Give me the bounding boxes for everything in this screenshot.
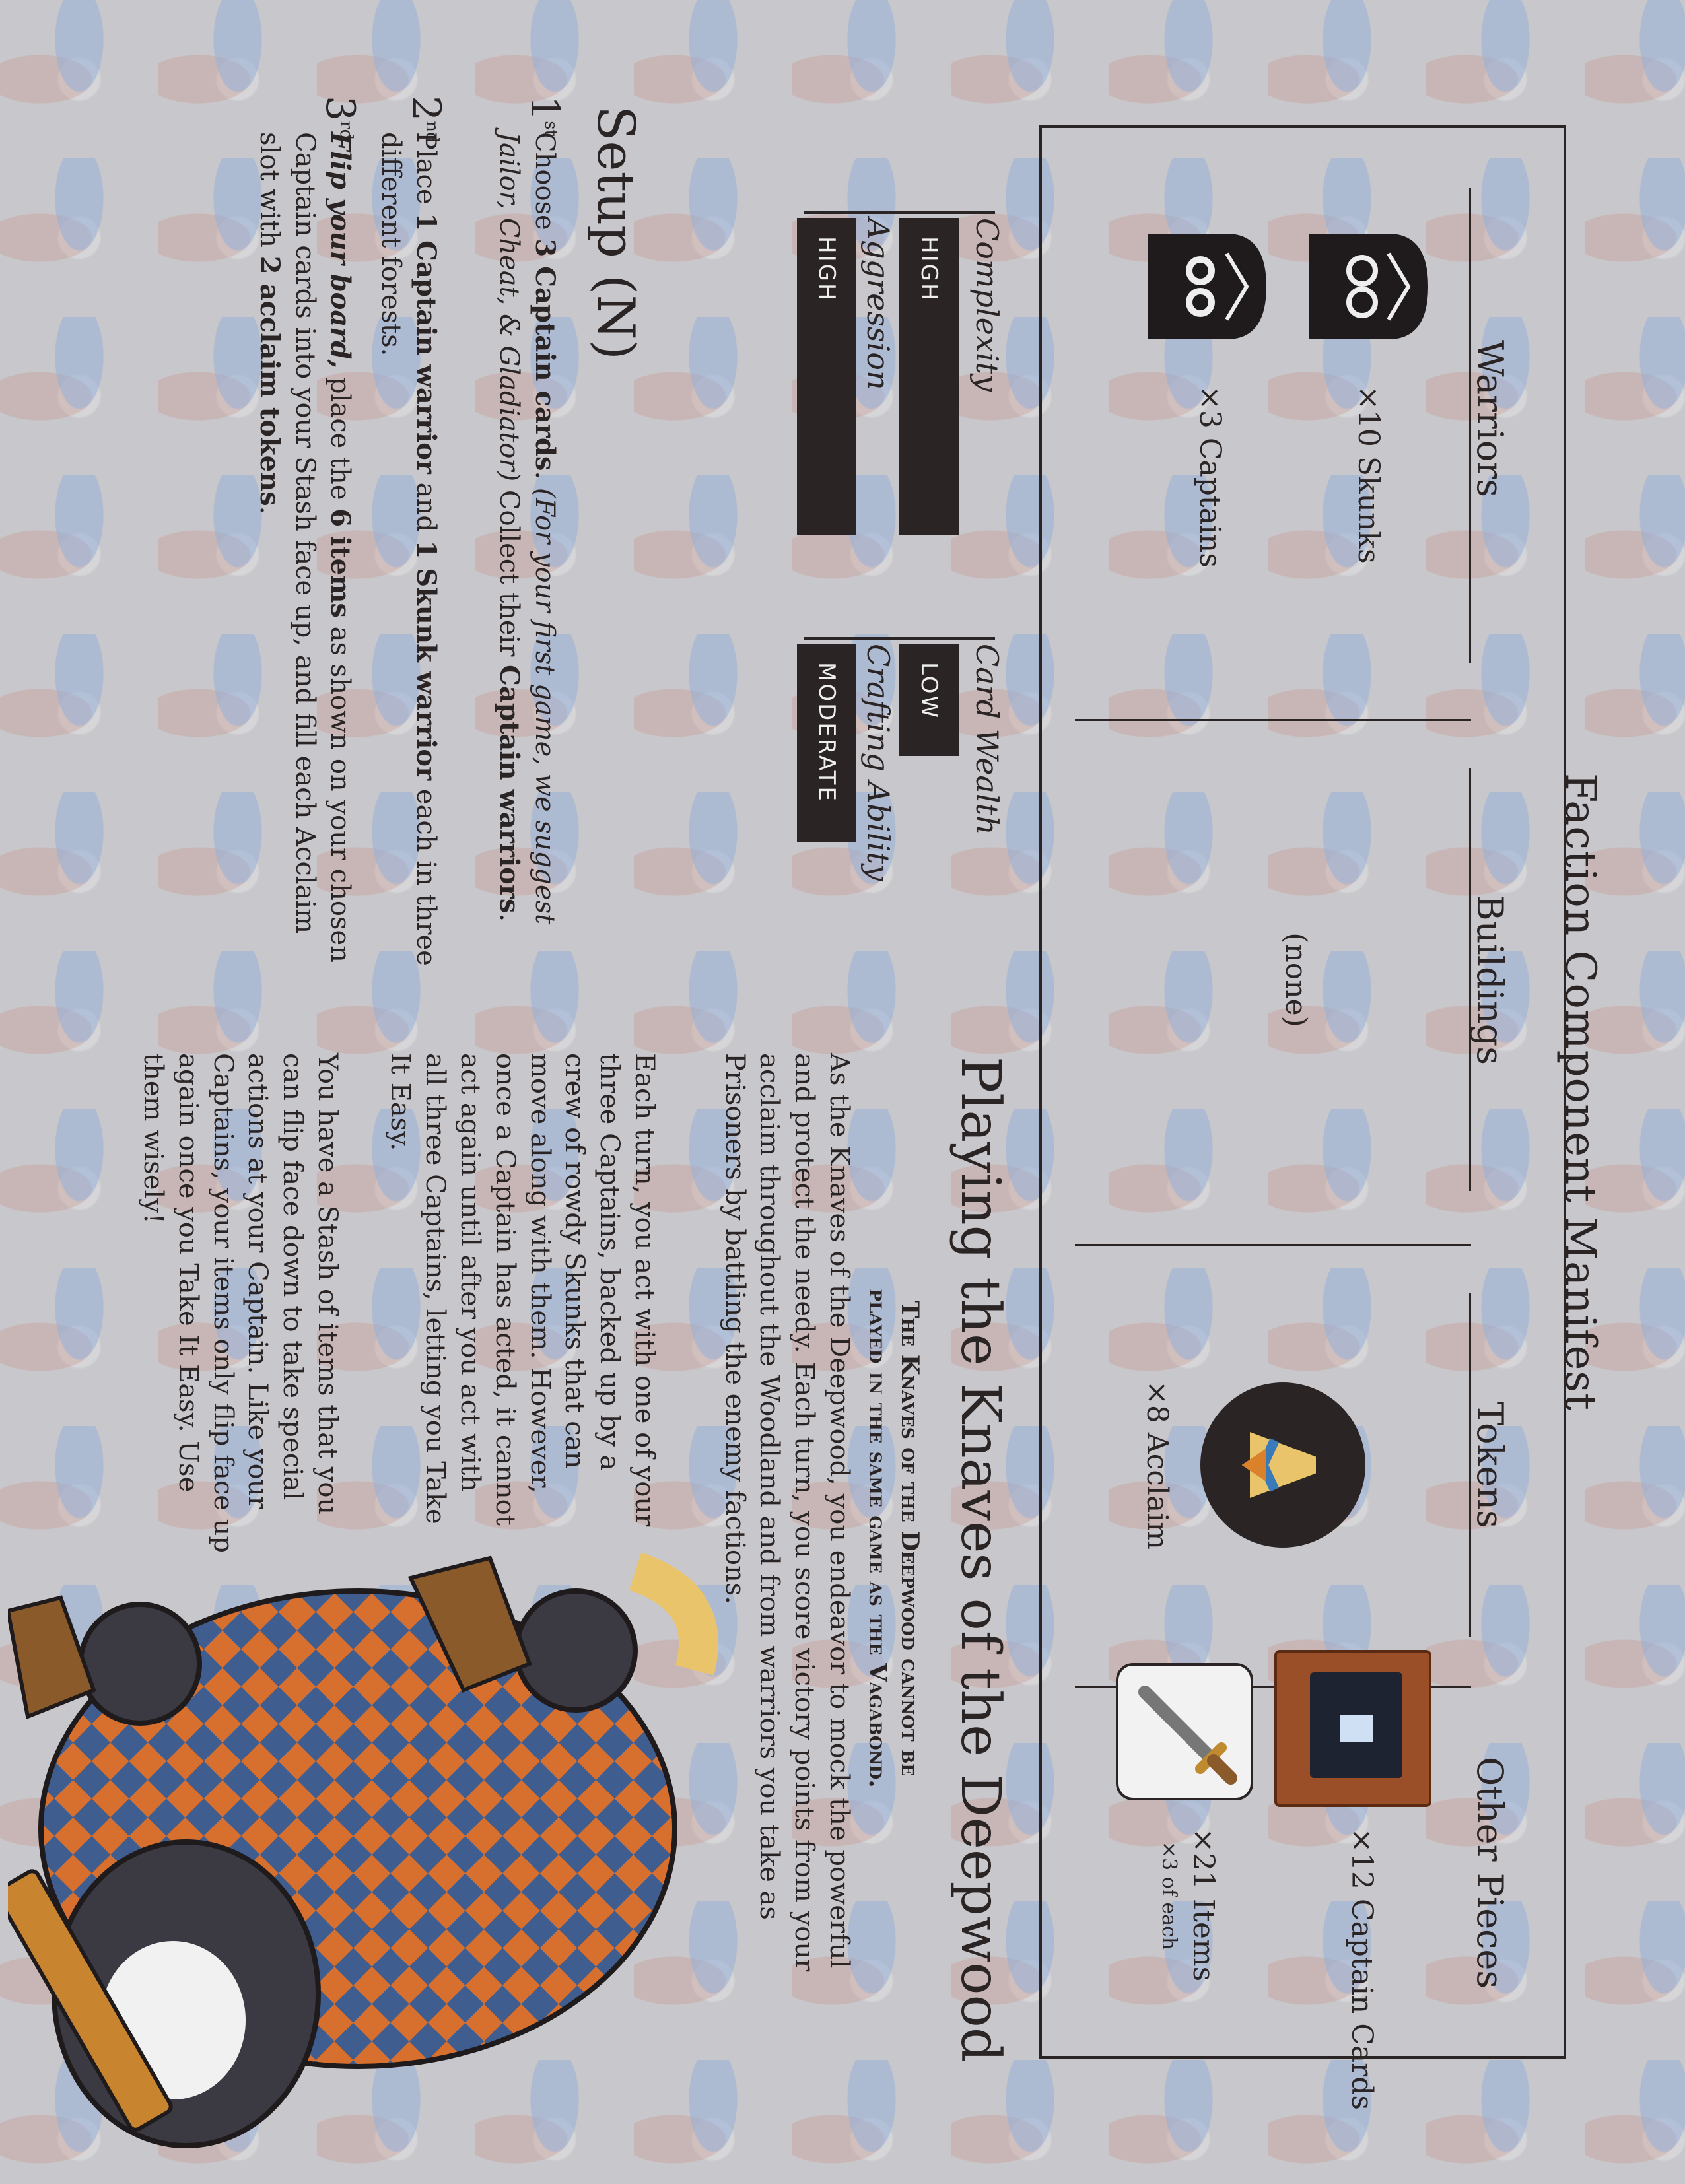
complexity-rating-bar: HIGH <box>899 218 959 535</box>
captains-paragraph: Each turn, you act with one of your thre… <box>385 1053 660 1527</box>
playing-subtitle: The Knaves of the Deepwood cannot be pla… <box>862 1103 926 1974</box>
other-pieces-heading: Other Pieces <box>1469 1756 1511 1989</box>
subtitle-line-1: The Knaves of the Deepwood cannot be <box>896 1300 924 1777</box>
aggression-label: Aggression <box>860 218 896 390</box>
step-number: 1st <box>522 96 568 137</box>
warriors-column: Warriors ×10 Skunks ×3 Captains <box>1042 128 1564 709</box>
warriors-heading: Warriors <box>1469 340 1511 497</box>
items-count: ×21 Items <box>1186 1828 1220 1982</box>
subtitle-line-2: played in the same game as the Vagabond. <box>864 1289 892 1788</box>
component-manifest-box: Faction Component Manifest Warriors ×10 … <box>1039 125 1604 2110</box>
rules-page: Faction Component Manifest Warriors ×10 … <box>0 0 1685 2184</box>
stash-paragraph: You have a Stash of items that you can f… <box>138 1053 343 1553</box>
tokens-column: Tokens ×8 Acclaim <box>1042 1247 1564 1683</box>
captain-cards-count: ×12 Captain Cards <box>1345 1828 1379 2110</box>
buildings-none: (none) <box>1279 932 1313 1027</box>
other-pieces-column: Other Pieces ×12 Captain Cards ×21 Items… <box>1042 1650 1564 2110</box>
buildings-rule <box>1469 768 1471 1191</box>
card-wealth-label: Card Wealth <box>969 644 1005 835</box>
tokens-heading: Tokens <box>1469 1402 1511 1528</box>
step-number: 3rd <box>317 96 363 141</box>
skunk-captain-illustration <box>8 1552 718 2148</box>
buildings-column: Buildings (none) <box>1042 722 1564 1237</box>
skunk-warrior-icon <box>1309 234 1428 339</box>
dagger-item-icon <box>1116 1663 1253 1800</box>
rating-group-tick <box>804 637 995 640</box>
tokens-rule <box>1469 1293 1471 1637</box>
playing-title: Playing the Knaves of the Deepwood <box>949 1056 1012 2063</box>
column-divider <box>1075 719 1471 721</box>
aggression-rating-bar: HIGH <box>797 218 856 535</box>
complexity-label: Complexity <box>969 218 1005 392</box>
buildings-heading: Buildings <box>1469 895 1511 1065</box>
setup-step-3: 3rd Flip your board, place the 6 items a… <box>251 96 363 990</box>
setup-title: Setup (N) <box>586 106 645 360</box>
rotated-sheet: Faction Component Manifest Warriors ×10 … <box>0 0 1685 2184</box>
rating-group-tick <box>804 211 995 214</box>
crafting-ability-label: Crafting Ability <box>860 644 896 881</box>
acclaim-count: ×8 Acclaim <box>1140 1380 1174 1550</box>
skunks-count: ×10 Skunks <box>1352 386 1385 564</box>
captain-warrior-icon <box>1148 234 1266 339</box>
warriors-rule <box>1469 188 1471 663</box>
card-wealth-rating-bar: LOW <box>899 644 959 756</box>
acclaim-token-icon <box>1200 1382 1365 1548</box>
column-divider <box>1075 1244 1471 1246</box>
step-number: 2nd <box>403 96 449 143</box>
captains-count: ×3 Captains <box>1193 386 1227 568</box>
crafting-ability-rating-bar: MODERATE <box>797 644 856 842</box>
setup-step-1: 1st Choose 3 Captain cards. (For your fi… <box>491 96 568 990</box>
items-note: ×3 of each <box>1157 1841 1181 1950</box>
setup-step-2: 2nd Place 1 Captain warrior and 1 Skunk … <box>373 96 449 990</box>
captain-card-icon <box>1274 1650 1431 1807</box>
